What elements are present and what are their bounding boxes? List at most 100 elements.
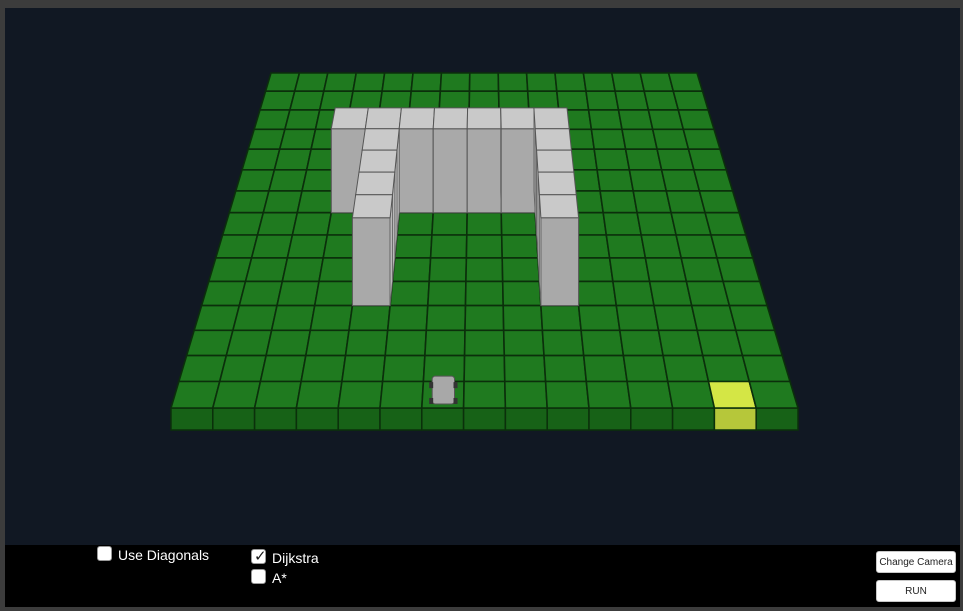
grid-tile[interactable]: [643, 90, 680, 111]
grid-tile[interactable]: [682, 128, 722, 150]
grid-tile[interactable]: [313, 280, 357, 307]
grid-tile[interactable]: [295, 380, 343, 409]
grid-tile[interactable]: [632, 190, 673, 214]
grid-tile[interactable]: [207, 257, 253, 283]
grid-tile[interactable]: [704, 211, 747, 236]
grid-tile[interactable]: [340, 354, 387, 383]
grid-tile[interactable]: [258, 90, 296, 111]
grid-tile[interactable]: [680, 257, 725, 283]
grid-tile[interactable]: [501, 280, 542, 307]
grid-tile[interactable]: [687, 148, 728, 171]
grid-tile[interactable]: [465, 211, 503, 236]
grid-tile[interactable]: [391, 257, 432, 283]
grid-tile[interactable]: [218, 354, 268, 383]
grid-tile[interactable]: [259, 354, 307, 383]
grid-tile[interactable]: [672, 90, 710, 111]
grid-tile[interactable]: [389, 280, 431, 307]
grid-tile[interactable]: [685, 280, 731, 307]
grid-tile[interactable]: [587, 109, 623, 131]
grid-tile[interactable]: [465, 257, 504, 283]
grid-tile[interactable]: [378, 90, 413, 111]
grid-tile[interactable]: [177, 354, 228, 383]
grid-tile[interactable]: [238, 280, 284, 307]
grid-tile[interactable]: [602, 211, 643, 236]
grid-tile[interactable]: [647, 109, 685, 131]
use-diagonals-checkbox[interactable]: [97, 546, 112, 561]
grid-tile[interactable]: [639, 72, 675, 92]
grid-tile[interactable]: [393, 234, 433, 259]
grid-tile[interactable]: [300, 354, 347, 383]
grid-tile[interactable]: [497, 90, 530, 111]
grid-tile[interactable]: [722, 280, 769, 307]
grid-tile[interactable]: [247, 128, 286, 150]
grid-tile[interactable]: [431, 211, 469, 236]
grid-tile[interactable]: [555, 90, 590, 111]
grid-tile[interactable]: [276, 280, 320, 307]
grid-tile[interactable]: [244, 257, 289, 283]
grid-tile[interactable]: [670, 211, 713, 236]
grid-tile[interactable]: [381, 354, 426, 383]
grid-tile[interactable]: [322, 72, 358, 92]
grid-tile[interactable]: [675, 234, 719, 259]
grid-tile[interactable]: [741, 354, 792, 383]
grid-tile[interactable]: [582, 354, 629, 383]
grid-tile[interactable]: [396, 211, 435, 236]
grid-tile[interactable]: [692, 169, 734, 192]
grid-tile[interactable]: [185, 329, 234, 357]
grid-tile[interactable]: [200, 280, 247, 307]
grid-tile[interactable]: [267, 169, 308, 192]
grid-tile[interactable]: [214, 234, 259, 259]
grid-tile[interactable]: [696, 329, 744, 357]
grid-tile[interactable]: [677, 109, 716, 131]
grid-tile[interactable]: [501, 257, 541, 283]
grid-tile[interactable]: [386, 304, 429, 332]
grid-tile[interactable]: [348, 90, 384, 111]
grid-tile[interactable]: [270, 304, 316, 332]
grid-tile[interactable]: [554, 72, 587, 92]
grid-tile[interactable]: [429, 234, 468, 259]
grid-scene[interactable]: [5, 8, 960, 545]
grid-tile[interactable]: [541, 329, 585, 357]
grid-tile[interactable]: [278, 128, 317, 150]
grid-tile[interactable]: [503, 380, 549, 409]
grid-tile[interactable]: [665, 190, 707, 214]
grid-tile[interactable]: [644, 257, 688, 283]
grid-tile[interactable]: [543, 354, 588, 383]
grid-tile[interactable]: [439, 72, 471, 92]
grid-tile[interactable]: [281, 257, 325, 283]
grid-tile[interactable]: [662, 354, 710, 383]
grid-tile[interactable]: [463, 329, 506, 357]
grid-tile[interactable]: [438, 90, 471, 111]
grid-tile[interactable]: [605, 234, 647, 259]
grid-tile[interactable]: [748, 380, 800, 409]
grid-tile[interactable]: [653, 304, 699, 332]
grid-tile[interactable]: [660, 169, 701, 192]
grid-tile[interactable]: [526, 90, 560, 111]
grid-tile[interactable]: [241, 148, 281, 171]
grid-tile[interactable]: [540, 304, 582, 332]
grid-tile[interactable]: [348, 304, 391, 332]
grid-tile[interactable]: [228, 190, 270, 214]
grid-tile[interactable]: [253, 109, 291, 131]
grid-tile[interactable]: [293, 72, 329, 92]
grid-tile[interactable]: [610, 72, 646, 92]
grid-tile[interactable]: [211, 380, 262, 409]
grid-tile[interactable]: [264, 72, 301, 92]
grid-tile[interactable]: [464, 280, 505, 307]
grid-tile[interactable]: [624, 148, 663, 171]
grid-tile[interactable]: [468, 90, 500, 111]
grid-tile[interactable]: [283, 109, 321, 131]
grid-tile[interactable]: [651, 128, 690, 150]
grid-tile[interactable]: [709, 234, 754, 259]
grid-tile[interactable]: [657, 329, 704, 357]
astar-checkbox[interactable]: [251, 569, 266, 584]
grid-tile[interactable]: [667, 72, 704, 92]
grid-tile[interactable]: [666, 380, 716, 409]
grid-tile[interactable]: [622, 354, 669, 383]
grid-tile[interactable]: [379, 380, 425, 409]
grid-tile[interactable]: [410, 72, 443, 92]
grid-tile[interactable]: [575, 280, 618, 307]
grid-tile[interactable]: [286, 234, 329, 259]
run-button[interactable]: RUN: [876, 580, 956, 602]
grid-tile[interactable]: [462, 380, 507, 409]
